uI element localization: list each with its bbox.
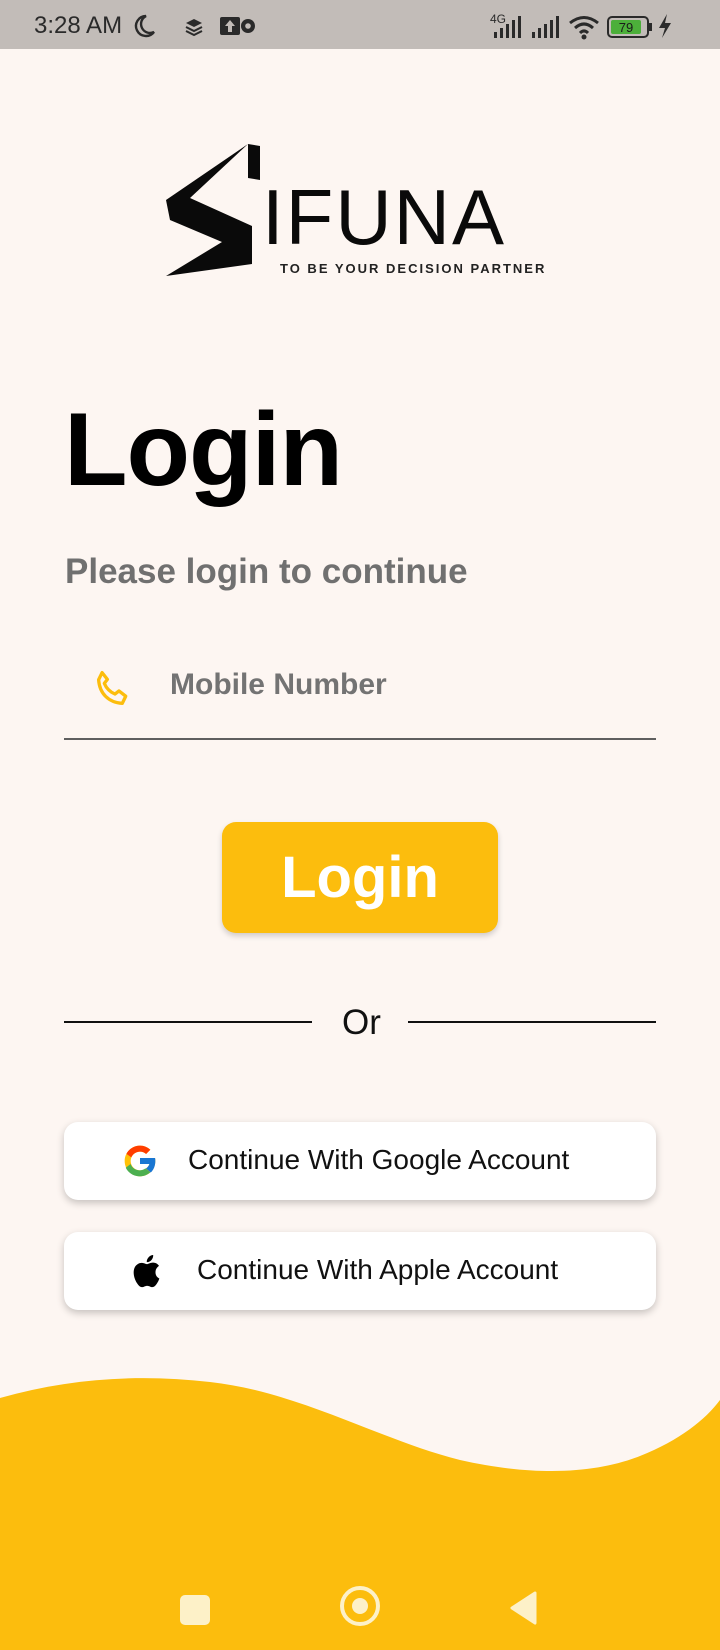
- status-bar: 3:28 AM 4G 79: [0, 0, 720, 49]
- signal-icon: [532, 16, 559, 38]
- page-title: Login: [64, 392, 343, 508]
- status-icons-left: [134, 14, 255, 38]
- battery-level: 79: [619, 20, 633, 35]
- apple-login-button[interactable]: Continue With Apple Account: [64, 1232, 656, 1310]
- sifuna-logo: IFUNA TO BE YOUR DECISION PARTNER: [166, 144, 546, 276]
- google-icon: [124, 1145, 157, 1177]
- navigation-bar: [0, 1520, 720, 1650]
- divider-or-text: Or: [342, 1003, 381, 1042]
- mobile-number-input[interactable]: [168, 660, 652, 710]
- logo-brand-text: IFUNA: [262, 173, 506, 261]
- divider-line-left: [64, 1021, 312, 1023]
- login-button[interactable]: Login: [222, 822, 498, 933]
- google-login-button[interactable]: Continue With Google Account: [64, 1122, 656, 1200]
- moon-icon: [134, 14, 155, 38]
- charging-icon: [659, 14, 671, 38]
- google-login-label: Continue With Google Account: [188, 1144, 570, 1175]
- wifi-icon: [569, 16, 599, 40]
- layers-icon: [185, 19, 203, 37]
- battery-icon: 79: [607, 16, 652, 38]
- recents-square-icon[interactable]: [180, 1595, 210, 1625]
- status-time: 3:28 AM: [34, 12, 123, 39]
- decorative-wave: [0, 1378, 720, 1520]
- apple-icon: [133, 1255, 160, 1288]
- upload-settings-icon: [220, 17, 255, 35]
- divider-line-right: [408, 1021, 656, 1023]
- page-subtitle: Please login to continue: [65, 552, 468, 591]
- home-circle-icon[interactable]: [340, 1586, 380, 1626]
- network-type-label: 4G: [490, 12, 506, 26]
- apple-login-label: Continue With Apple Account: [197, 1254, 559, 1285]
- logo-tagline: TO BE YOUR DECISION PARTNER: [280, 261, 546, 276]
- back-triangle-icon[interactable]: [508, 1590, 538, 1626]
- input-underline: [64, 738, 656, 740]
- phone-icon: [96, 670, 128, 706]
- status-icons-right: 4G 79: [490, 12, 671, 40]
